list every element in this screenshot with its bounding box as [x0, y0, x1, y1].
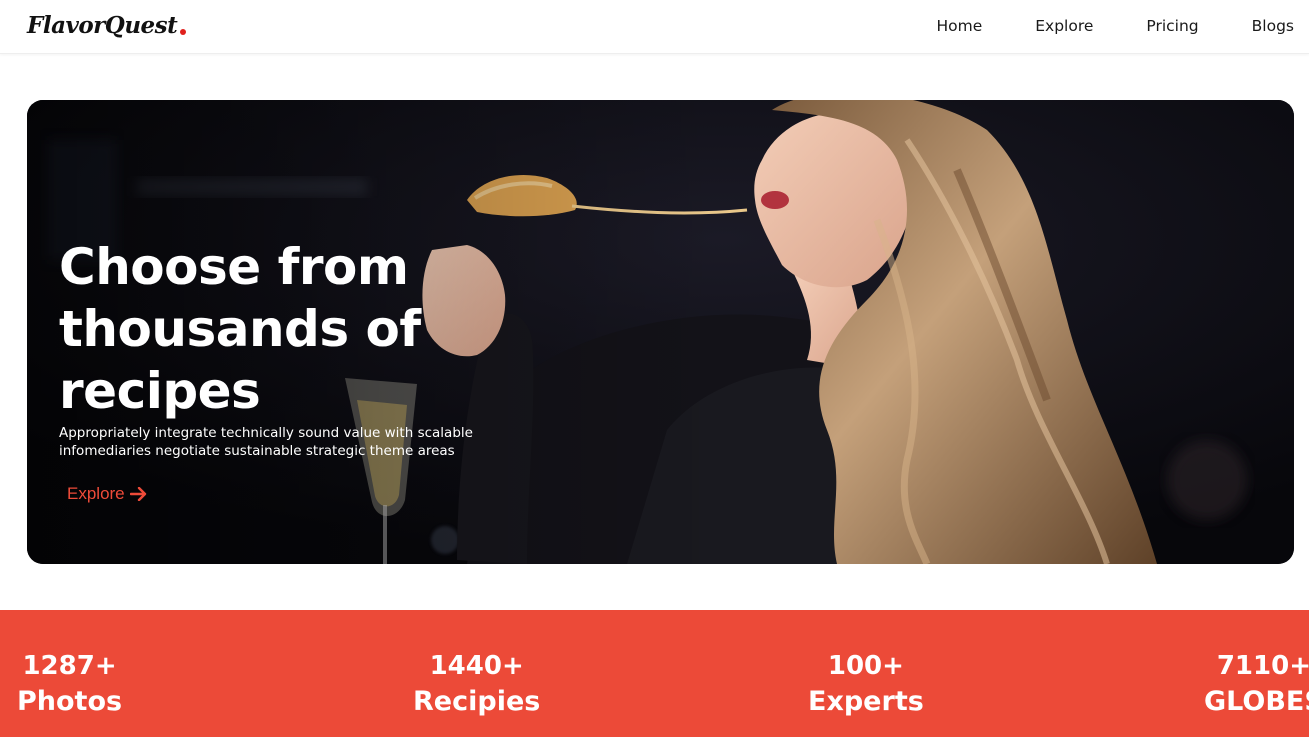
explore-button[interactable]: Explore — [67, 484, 148, 504]
nav-link-explore[interactable]: Explore — [1035, 17, 1093, 35]
stat-recipes: 1440+ Recipies — [413, 650, 540, 722]
stat-value: 1287+ — [22, 651, 117, 681]
nav-link-pricing[interactable]: Pricing — [1146, 17, 1198, 35]
brand-name: FlavorQuest — [27, 12, 178, 39]
nav-link-blogs[interactable]: Blogs — [1252, 17, 1294, 35]
nav-link-home[interactable]: Home — [936, 17, 982, 35]
stat-label: Recipies — [413, 686, 541, 717]
hero-title: Choose from thousands of recipes — [59, 238, 421, 420]
explore-button-label: Explore — [67, 484, 125, 503]
stat-globes: 7110+ GLOBES — [1204, 650, 1309, 722]
logo-dot-icon — [180, 29, 187, 35]
brand-logo[interactable]: FlavorQuest — [27, 12, 187, 39]
arrow-right-icon — [129, 487, 146, 501]
stat-photos: 1287+ Photos — [17, 650, 122, 722]
stat-experts: 100+ Experts — [808, 650, 924, 722]
stat-label: GLOBES — [1204, 686, 1309, 717]
navbar: FlavorQuest Home Explore Pricing Blogs — [0, 0, 1309, 54]
stat-label: Photos — [17, 686, 123, 717]
main-nav: Home Explore Pricing Blogs — [883, 17, 1294, 35]
stat-value: 7110+ — [1216, 651, 1309, 681]
hero-banner: Choose from thousands of recipes Appropr… — [27, 100, 1294, 564]
stat-label: Experts — [808, 686, 924, 717]
stat-value: 100+ — [827, 651, 904, 681]
stat-value: 1440+ — [429, 651, 524, 681]
stats-band: 1287+ Photos 1440+ Recipies 100+ Experts… — [0, 610, 1309, 737]
hero-subtitle: Appropriately integrate technically soun… — [59, 425, 473, 459]
